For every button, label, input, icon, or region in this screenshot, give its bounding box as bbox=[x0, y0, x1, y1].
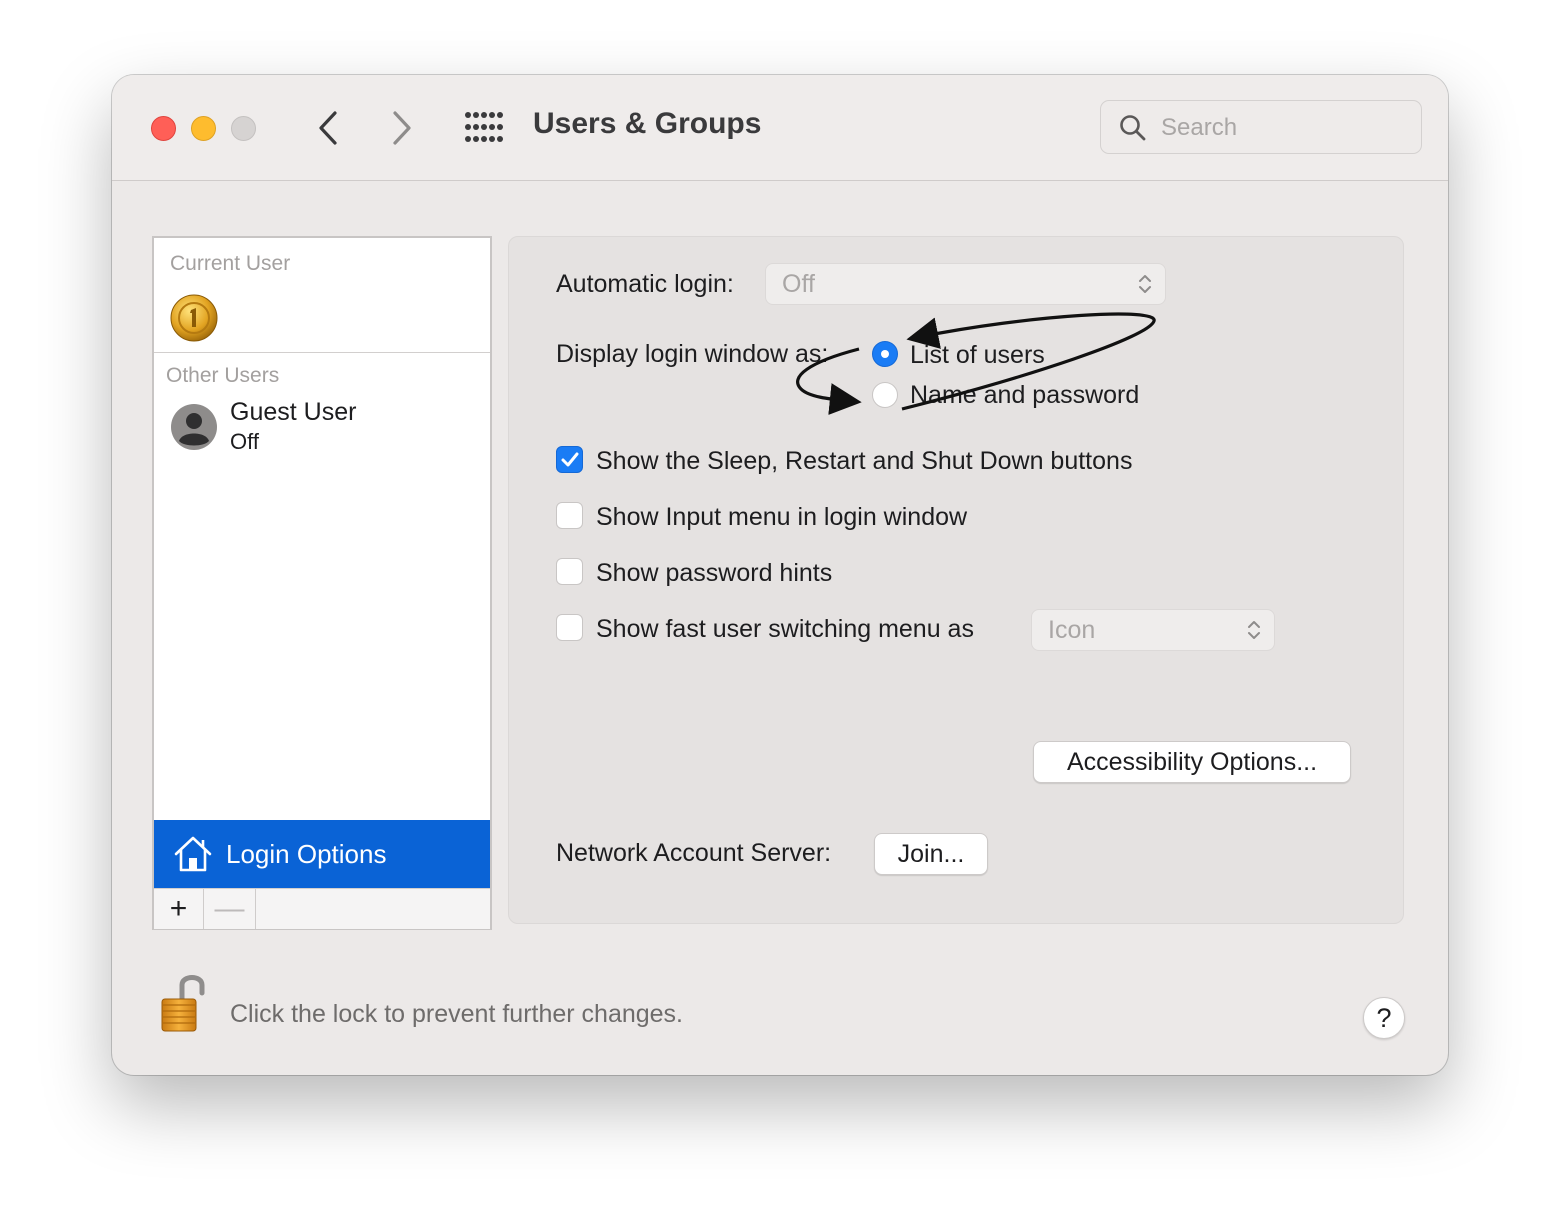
login-options-item[interactable]: Login Options bbox=[154, 820, 490, 888]
users-groups-window: Users & Groups Current User Oth bbox=[112, 75, 1448, 1075]
zoom-button[interactable] bbox=[231, 116, 256, 141]
list-toolbar: + — bbox=[154, 888, 490, 929]
help-button[interactable]: ? bbox=[1363, 997, 1405, 1039]
forward-chevron-icon bbox=[393, 111, 411, 145]
grid-icon[interactable] bbox=[464, 111, 504, 143]
section-divider bbox=[154, 352, 490, 353]
join-button[interactable]: Join... bbox=[874, 833, 988, 875]
password-hints-checkbox[interactable] bbox=[556, 558, 583, 585]
fast-switching-checkbox[interactable] bbox=[556, 614, 583, 641]
current-user-heading: Current User bbox=[170, 252, 291, 275]
sleep-restart-label[interactable]: Show the Sleep, Restart and Shut Down bu… bbox=[596, 447, 1132, 476]
close-button[interactable] bbox=[151, 116, 176, 141]
lock-status-text: Click the lock to prevent further change… bbox=[230, 1000, 684, 1028]
guest-avatar-icon[interactable] bbox=[170, 403, 218, 451]
fast-switching-value: Icon bbox=[1048, 615, 1096, 644]
minimize-button[interactable] bbox=[191, 116, 216, 141]
title-bar: Users & Groups bbox=[112, 75, 1448, 181]
guest-user-name[interactable]: Guest User bbox=[230, 398, 356, 427]
sleep-restart-checkbox[interactable] bbox=[556, 446, 583, 473]
automatic-login-label: Automatic login: bbox=[556, 270, 734, 298]
automatic-login-value: Off bbox=[782, 269, 815, 298]
automatic-login-popup[interactable]: Off bbox=[765, 263, 1166, 305]
up-down-arrows-icon bbox=[1139, 275, 1151, 293]
gold-medal-icon[interactable] bbox=[170, 294, 218, 342]
search-icon bbox=[1120, 115, 1146, 141]
fast-switching-label[interactable]: Show fast user switching menu as bbox=[596, 615, 974, 644]
accessibility-options-button[interactable]: Accessibility Options... bbox=[1033, 741, 1351, 783]
back-chevron-icon bbox=[319, 111, 337, 145]
checkmark-icon bbox=[561, 452, 578, 466]
input-menu-checkbox[interactable] bbox=[556, 502, 583, 529]
add-user-button[interactable]: + bbox=[154, 889, 204, 929]
display-login-label: Display login window as: bbox=[556, 340, 829, 368]
input-menu-label[interactable]: Show Input menu in login window bbox=[596, 503, 967, 532]
list-of-users-label[interactable]: List of users bbox=[910, 341, 1045, 370]
house-icon bbox=[174, 836, 212, 872]
user-list: Current User Other Users Guest User Off bbox=[152, 236, 492, 930]
network-account-label: Network Account Server: bbox=[556, 839, 832, 867]
search-field[interactable] bbox=[1100, 100, 1422, 154]
back-button[interactable] bbox=[308, 105, 348, 151]
guest-user-status: Off bbox=[230, 429, 259, 454]
login-options-label: Login Options bbox=[226, 838, 387, 869]
list-of-users-radio[interactable] bbox=[872, 341, 898, 367]
name-and-password-radio[interactable] bbox=[872, 382, 898, 408]
up-down-arrows-icon bbox=[1248, 621, 1260, 639]
name-and-password-label[interactable]: Name and password bbox=[910, 381, 1139, 410]
other-users-heading: Other Users bbox=[166, 364, 280, 387]
password-hints-label[interactable]: Show password hints bbox=[596, 559, 832, 588]
forward-button[interactable] bbox=[382, 105, 422, 151]
lock-icon[interactable] bbox=[158, 971, 212, 1035]
window-title: Users & Groups bbox=[533, 107, 762, 140]
login-options-panel: Automatic login: Off Display login windo… bbox=[508, 236, 1404, 924]
search-input[interactable] bbox=[1159, 111, 1413, 145]
fast-switching-popup[interactable]: Icon bbox=[1031, 609, 1275, 651]
remove-user-button[interactable]: — bbox=[204, 889, 256, 929]
